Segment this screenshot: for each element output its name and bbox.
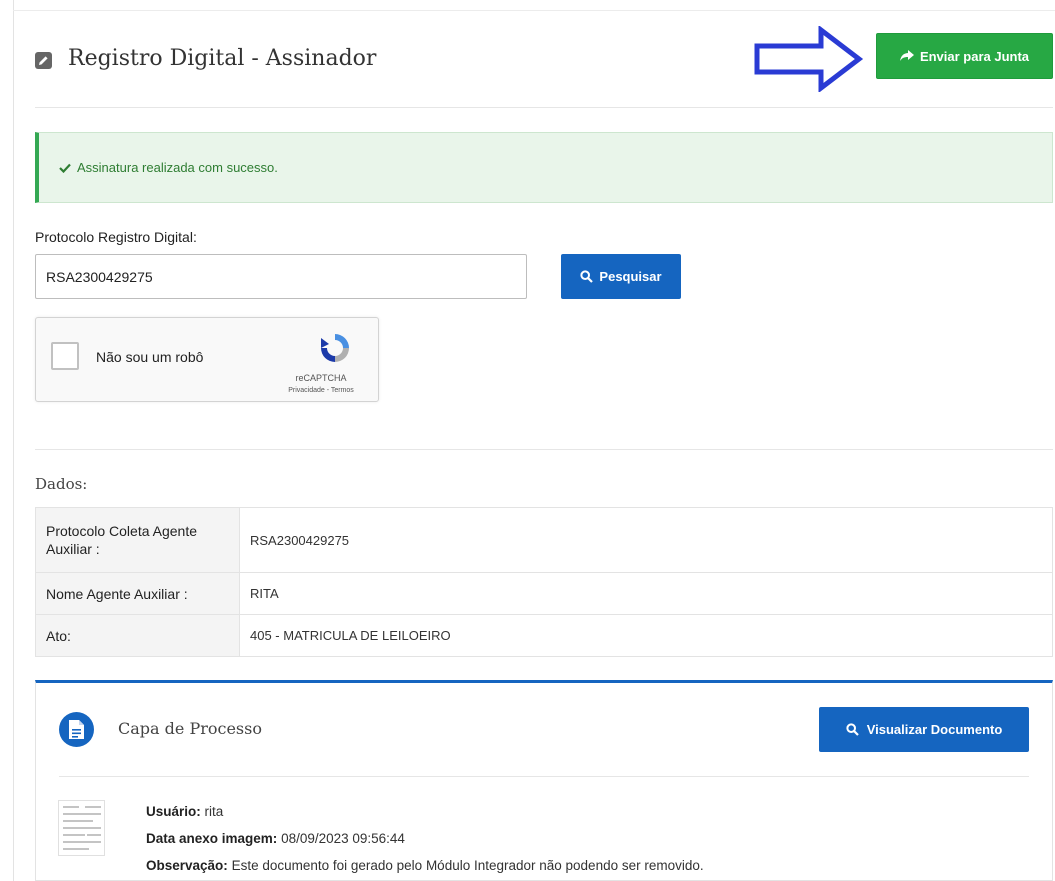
card-title: Capa de Processo (118, 719, 262, 738)
page-header: Registro Digital - Assinador Enviar para… (35, 24, 1055, 94)
recaptcha-links[interactable]: Privacidade - Termos (261, 387, 381, 394)
dados-table: Protocolo Coleta Agente Auxiliar : RSA23… (35, 507, 1053, 657)
view-button-label: Visualizar Documento (866, 722, 1003, 737)
search-button-label: Pesquisar (599, 269, 662, 284)
usuario-line: Usuário: rita (146, 804, 223, 819)
edit-icon (35, 52, 52, 69)
observacao-value: Este documento foi gerado pelo Módulo In… (231, 858, 704, 873)
recaptcha-widget: Não sou um robô reCAPTCHA Privacidade - … (35, 317, 379, 402)
section-divider (35, 449, 1053, 450)
row-value: 405 - MATRICULA DE LEILOEIRO (239, 614, 1053, 657)
row-key: Ato: (35, 614, 240, 657)
check-icon (59, 163, 71, 173)
protocol-label: Protocolo Registro Digital: (35, 229, 197, 245)
left-border (13, 0, 14, 881)
send-button-label: Enviar para Junta (919, 48, 1030, 64)
document-thumbnail[interactable] (58, 800, 105, 856)
observacao-label: Observação: (146, 858, 228, 873)
page-title: Registro Digital - Assinador (68, 46, 377, 71)
send-to-junta-button[interactable]: Enviar para Junta (876, 33, 1053, 79)
recaptcha-checkbox[interactable] (51, 342, 79, 370)
card-divider (59, 776, 1029, 777)
recaptcha-logo-icon (317, 330, 353, 370)
table-row: Protocolo Coleta Agente Auxiliar : RSA23… (35, 507, 1053, 573)
data-anexo-value: 08/09/2023 09:56:44 (281, 831, 405, 846)
dados-title: Dados: (35, 475, 88, 493)
success-alert: Assinatura realizada com sucesso. (35, 132, 1053, 203)
row-value: RSA2300429275 (239, 507, 1053, 573)
usuario-label: Usuário: (146, 804, 201, 819)
header-divider (35, 107, 1053, 108)
table-row: Nome Agente Auxiliar : RITA (35, 572, 1053, 615)
row-value: RITA (239, 572, 1053, 615)
arrow-right-icon (753, 24, 865, 96)
recaptcha-brand: reCAPTCHA (295, 373, 347, 383)
recaptcha-label: Não sou um robô (96, 349, 204, 365)
document-icon (59, 712, 94, 747)
share-icon (899, 50, 914, 61)
table-row: Ato: 405 - MATRICULA DE LEILOEIRO (35, 614, 1053, 657)
observacao-line: Observação: Este documento foi gerado pe… (146, 858, 704, 873)
alert-message: Assinatura realizada com sucesso. (77, 160, 278, 175)
data-anexo-label: Data anexo imagem: (146, 831, 278, 846)
usuario-value: rita (204, 804, 224, 819)
row-key: Protocolo Coleta Agente Auxiliar : (35, 507, 240, 573)
search-icon (580, 270, 594, 283)
search-button[interactable]: Pesquisar (561, 254, 681, 299)
data-anexo-line: Data anexo imagem: 08/09/2023 09:56:44 (146, 831, 405, 846)
row-key: Nome Agente Auxiliar : (35, 572, 240, 615)
view-document-button[interactable]: Visualizar Documento (819, 707, 1029, 752)
capa-processo-card: Capa de Processo Visualizar Documento Us… (35, 680, 1053, 881)
protocol-input[interactable] (35, 254, 527, 299)
search-icon (846, 723, 859, 736)
top-border (13, 10, 1055, 11)
